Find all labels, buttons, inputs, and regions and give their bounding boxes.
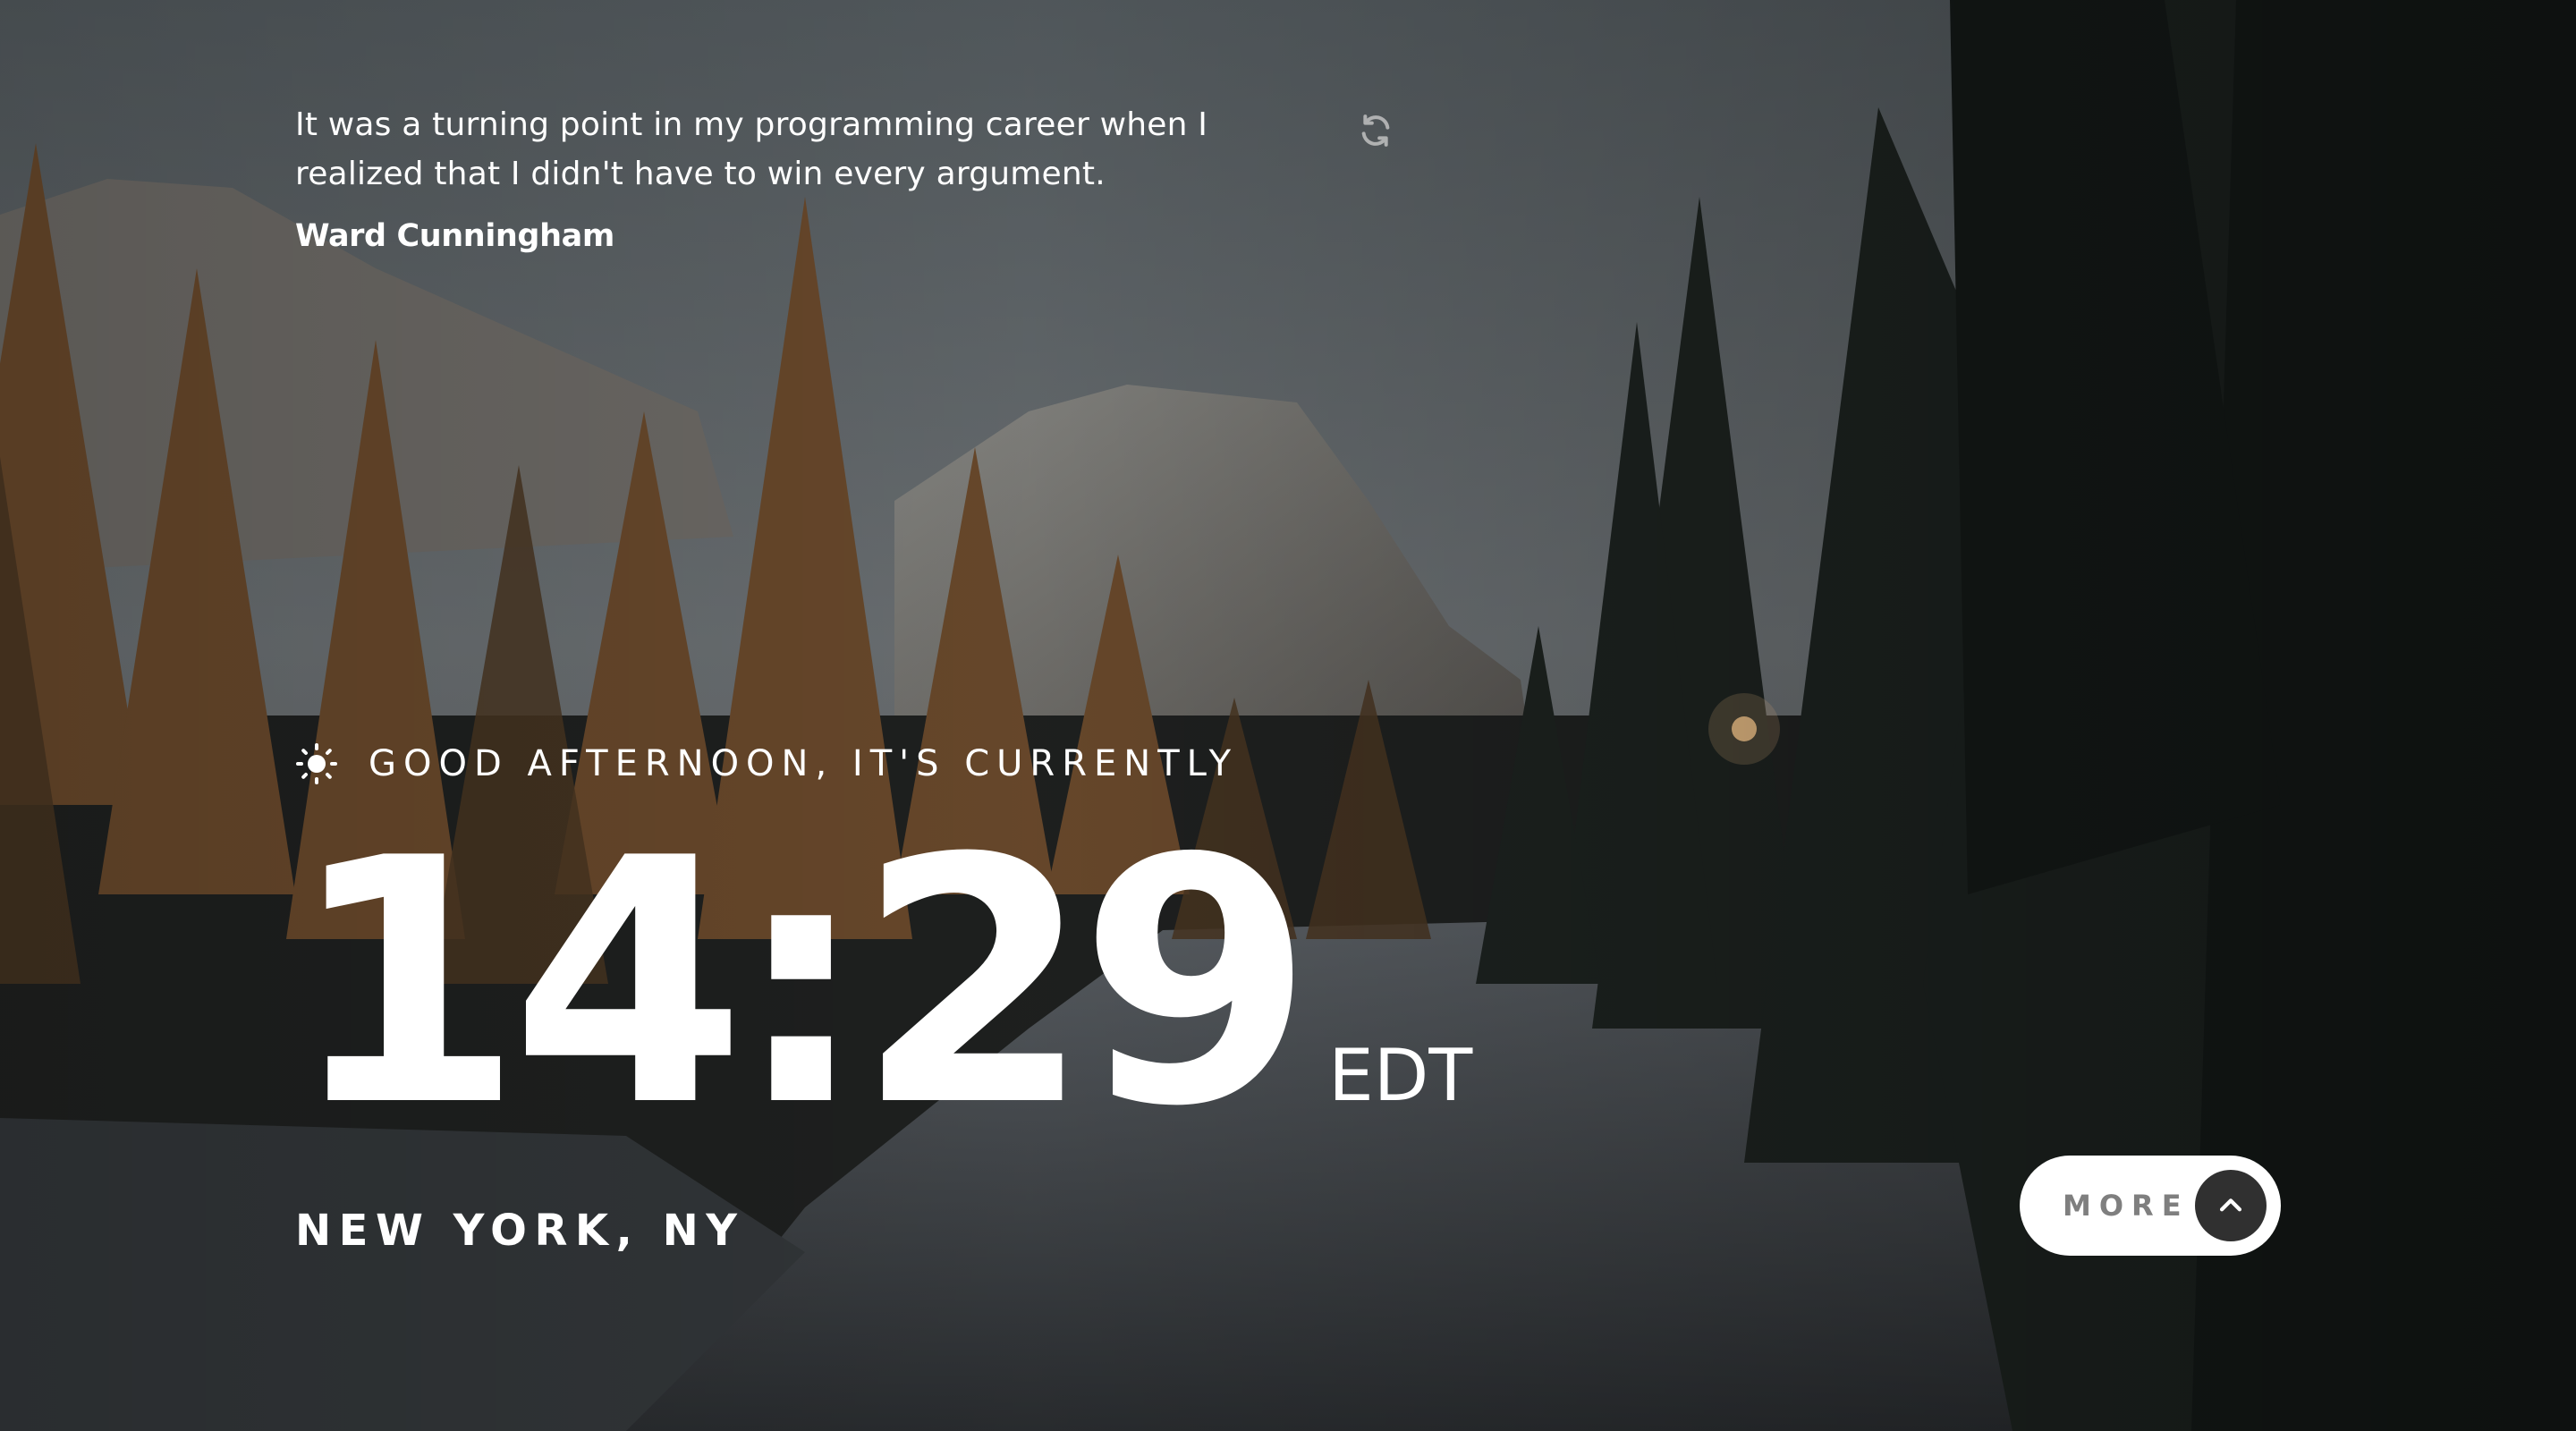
current-time: 14:29 [288,787,1314,1181]
location: NEW YORK, NY [295,1206,745,1256]
more-button-label: MORE [2063,1189,2190,1223]
clock: 14:29 EDT [288,805,1472,1163]
refresh-icon [1361,114,1390,147]
quote-block: It was a turning point in my programming… [295,100,1297,256]
greeting: GOOD AFTERNOON, IT'S CURRENTLY [295,737,1238,791]
sun-icon [296,743,337,784]
more-button[interactable]: MORE [2020,1156,2281,1256]
quote-text: It was a turning point in my programming… [295,106,1208,192]
chevron-up-icon [2219,1198,2242,1212]
quote-author: Ward Cunningham [295,218,614,254]
greeting-text: GOOD AFTERNOON, IT'S CURRENTLY [369,743,1239,784]
timezone-abbr: EDT [1328,1034,1473,1117]
refresh-quote-button[interactable] [1358,113,1394,148]
more-arrow-circle[interactable] [2195,1170,2267,1241]
